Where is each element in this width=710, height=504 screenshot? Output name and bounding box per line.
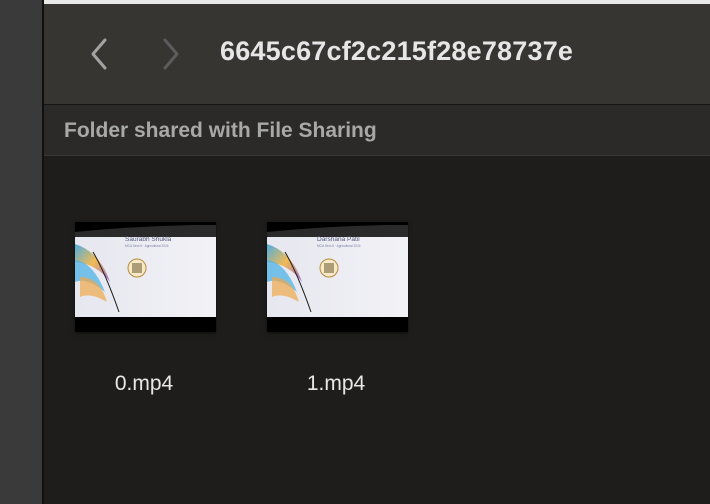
chevron-left-icon <box>91 38 107 70</box>
thumbnail-title: Darshana Patil <box>317 236 360 243</box>
file-item[interactable]: Darshana Patil MCA Sem II · Agricultural… <box>256 222 416 412</box>
thumbnail-title: Saurabh Shukla <box>125 236 172 243</box>
back-button[interactable] <box>84 34 114 74</box>
thumbnail-subtitle: MCA Sem II · Agricultural 2024 <box>317 244 361 248</box>
file-name[interactable]: 0.mp4 <box>64 372 224 396</box>
file-grid: Saurabh Shukla MCA Sem II · Agricultural… <box>44 156 710 504</box>
video-thumbnail[interactable]: Darshana Patil MCA Sem II · Agricultural… <box>267 222 408 332</box>
video-thumbnail[interactable]: Saurabh Shukla MCA Sem II · Agricultural… <box>75 222 216 332</box>
window-title: 6645c67cf2c215f28e78737e <box>220 36 574 66</box>
file-item[interactable]: Saurabh Shukla MCA Sem II · Agricultural… <box>64 222 224 412</box>
file-name[interactable]: 1.mp4 <box>256 372 416 396</box>
thumbnail-subtitle: MCA Sem II · Agricultural 2024 <box>125 244 169 248</box>
sidebar[interactable] <box>0 0 44 504</box>
finder-window: 6645c67cf2c215f28e78737e Folder shared w… <box>0 0 710 504</box>
chevron-right-icon <box>163 38 179 70</box>
toolbar: 6645c67cf2c215f28e78737e <box>44 4 710 105</box>
forward-button[interactable] <box>156 34 186 74</box>
section-header: Folder shared with File Sharing <box>44 105 710 156</box>
section-title: Folder shared with File Sharing <box>64 119 377 142</box>
